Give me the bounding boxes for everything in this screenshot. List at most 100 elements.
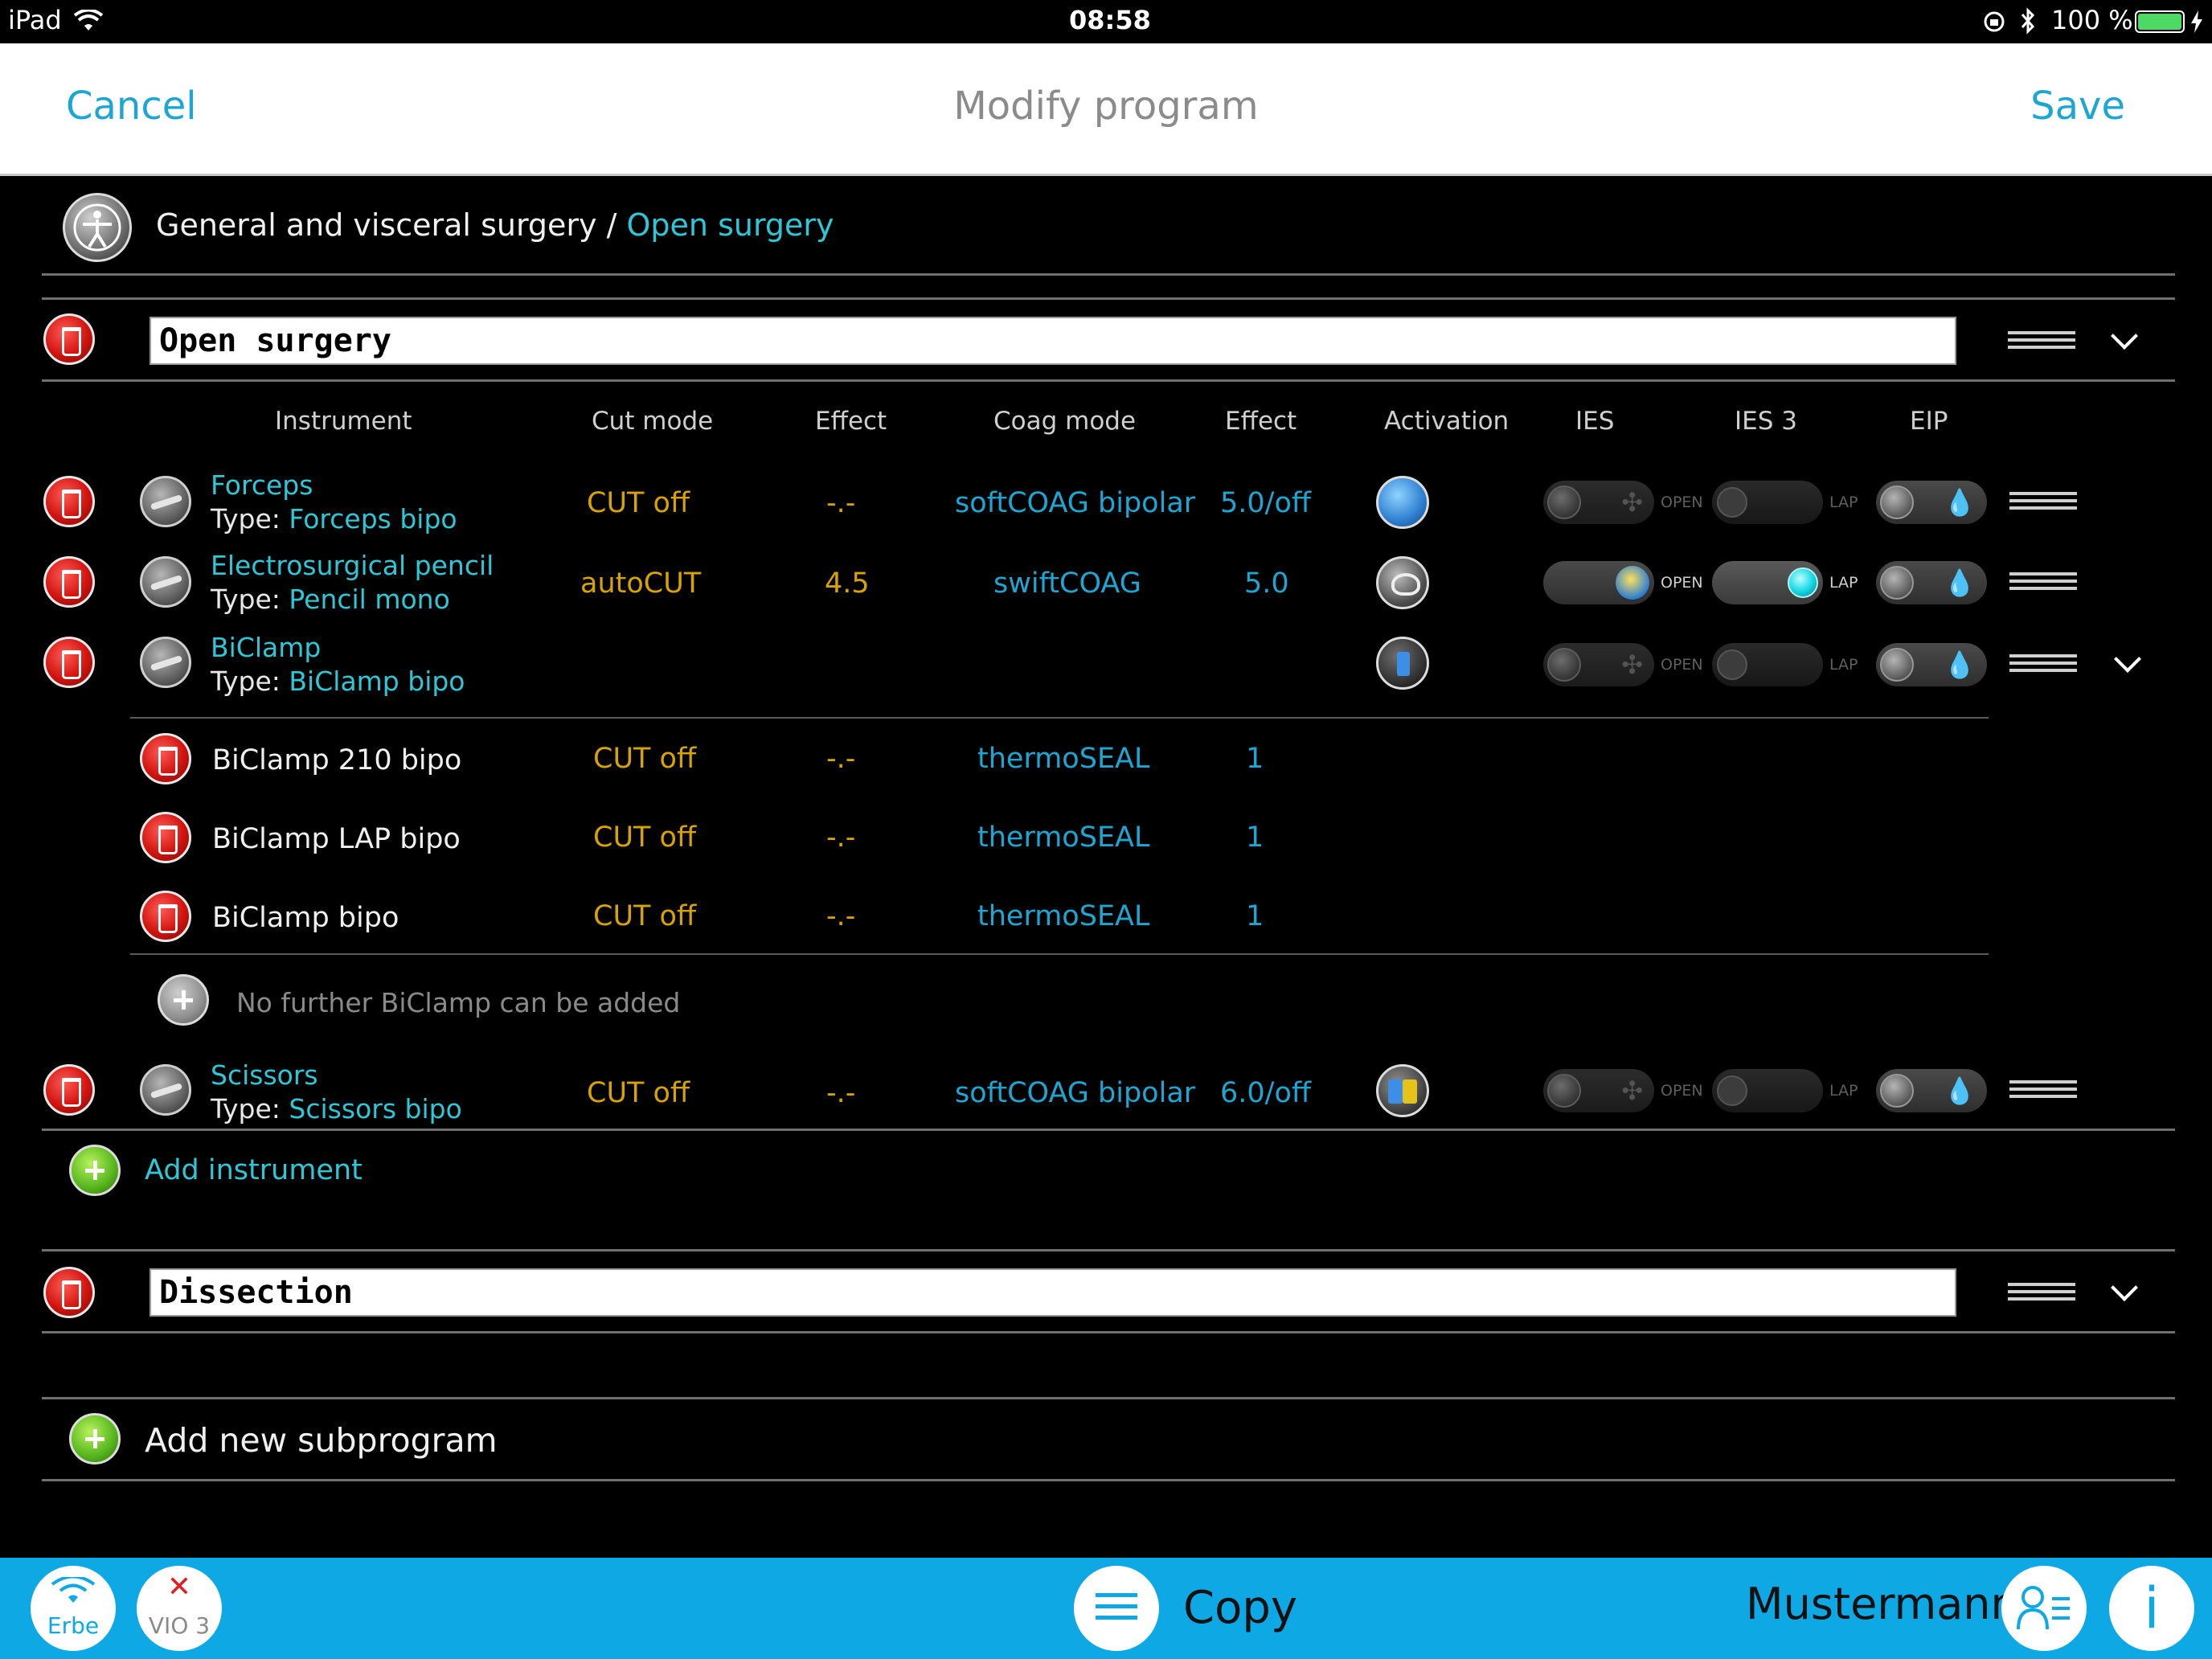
instrument-name[interactable]: Electrosurgical pencil [211,550,494,581]
column-header-ies3: IES 3 [1735,407,1797,436]
wifi-connection-button[interactable]: Erbe [31,1566,116,1651]
info-button[interactable]: i [2109,1566,2194,1651]
chevron-down-icon[interactable] [2111,1278,2135,1302]
coag-mode[interactable]: softCOAG bipolar [955,487,1195,519]
delete-instrument-button[interactable] [43,637,95,688]
drag-handle-icon[interactable] [2009,492,2077,513]
cut-mode[interactable]: CUT off [593,743,696,775]
eip-toggle[interactable]: 💧 [1876,1069,1987,1112]
cut-effect[interactable]: -.- [826,900,855,932]
breadcrumb-specialty[interactable]: General and visceral surgery [156,207,597,243]
add-variant-icon [158,974,209,1026]
coag-mode[interactable]: thermoSEAL [977,821,1150,854]
subprogram-name-field[interactable]: Open surgery [150,317,1956,365]
column-header-coag-effect: Effect [1225,407,1297,436]
divider [42,1479,2175,1481]
divider [42,1331,2175,1333]
add-instrument-icon[interactable] [69,1145,121,1196]
save-button[interactable]: Save [2030,84,2125,129]
coag-effect[interactable]: 1 [1246,821,1264,854]
device-label: iPad [8,5,62,35]
cut-effect[interactable]: 4.5 [825,567,870,600]
cut-mode[interactable]: CUT off [593,821,696,854]
lap-label: LAP [1829,656,1858,674]
cut-mode[interactable]: CUT off [587,1077,690,1109]
cut-effect[interactable]: -.- [826,487,855,519]
cut-mode[interactable]: CUT off [587,487,690,519]
drag-handle-icon[interactable] [2009,1080,2077,1101]
ies3-toggle[interactable] [1712,1069,1823,1112]
add-subprogram-icon[interactable] [69,1413,121,1464]
bottom-toolbar: Erbe ✕ VIO 3 Copy Mustermann i [0,1558,2212,1659]
user-name: Mustermann [1746,1579,2018,1629]
cancel-button[interactable]: Cancel [66,84,197,129]
breadcrumb-current: Open surgery [626,207,834,243]
biclamp-limit-note: No further BiClamp can be added [236,987,681,1018]
coag-mode[interactable]: thermoSEAL [977,743,1150,775]
drag-handle-icon[interactable] [2008,1283,2075,1304]
ies-toggle[interactable] [1543,561,1654,604]
delete-variant-button[interactable] [140,733,191,784]
info-icon: i [2144,1575,2160,1641]
device-button[interactable]: ✕ VIO 3 [137,1566,222,1651]
activation-footswitch-icon[interactable] [1376,1064,1429,1117]
delete-variant-button[interactable] [140,812,191,863]
ies3-toggle[interactable] [1712,561,1823,604]
instrument-type: Type: Scissors bipo [211,1093,462,1124]
activation-start-icon[interactable] [1376,476,1429,529]
delete-instrument-button[interactable] [43,1064,95,1116]
user-button[interactable] [2001,1566,2087,1651]
open-label: OPEN [1661,574,1703,592]
divider [42,379,2175,382]
drag-handle-icon[interactable] [2009,654,2077,675]
ies-toggle[interactable]: ✣ [1543,481,1654,524]
variant-name: BiClamp 210 bipo [212,744,462,776]
menu-button[interactable] [1074,1566,1159,1651]
cut-effect[interactable]: -.- [826,743,855,775]
coag-effect[interactable]: 1 [1246,900,1264,932]
instrument-type: Type: BiClamp bipo [211,666,465,697]
delete-subprogram-button[interactable] [43,1267,95,1318]
coag-mode[interactable]: softCOAG bipolar [955,1077,1195,1109]
battery-icon [2135,10,2185,33]
chevron-down-icon[interactable] [2111,326,2135,350]
drag-handle-icon[interactable] [2008,331,2075,352]
delete-instrument-button[interactable] [43,476,95,527]
column-header-ies: IES [1575,407,1615,436]
eip-toggle[interactable]: 💧 [1876,561,1987,604]
cut-effect[interactable]: -.- [826,1077,855,1109]
coag-effect[interactable]: 6.0/off [1220,1077,1311,1109]
ies3-toggle[interactable] [1712,481,1823,524]
activation-footswitch-icon[interactable] [1376,637,1429,690]
ies-toggle[interactable]: ✣ [1543,643,1654,686]
instrument-name[interactable]: Forceps [211,469,313,501]
ies3-toggle[interactable] [1712,643,1823,686]
cut-effect[interactable]: -.- [826,821,855,854]
column-header-cut-effect: Effect [815,407,887,436]
variant-name: BiClamp bipo [212,902,399,934]
cut-mode[interactable]: autoCUT [580,567,701,600]
cut-mode[interactable]: CUT off [593,900,696,932]
coag-effect[interactable]: 1 [1246,743,1264,775]
drag-handle-icon[interactable] [2009,572,2077,593]
subprogram-name-field[interactable]: Dissection [150,1268,1956,1317]
add-instrument-button[interactable]: Add instrument [145,1154,363,1186]
activation-pencil-icon[interactable] [1376,556,1429,609]
delete-subprogram-button[interactable] [43,313,95,365]
instrument-name[interactable]: BiClamp [211,632,321,663]
instrument-name[interactable]: Scissors [211,1059,318,1091]
coag-effect[interactable]: 5.0 [1244,567,1289,600]
eip-toggle[interactable]: 💧 [1876,643,1987,686]
coag-effect[interactable]: 5.0/off [1220,487,1311,519]
eip-toggle[interactable]: 💧 [1876,481,1987,524]
coag-mode[interactable]: thermoSEAL [977,900,1150,932]
chevron-down-icon[interactable] [2114,649,2138,674]
copy-button[interactable]: Copy [1183,1582,1297,1634]
device-label: VIO 3 [148,1612,211,1639]
coag-mode[interactable]: swiftCOAG [993,567,1141,600]
delete-variant-button[interactable] [140,891,191,942]
column-header-cut-mode: Cut mode [592,407,714,436]
add-subprogram-button[interactable]: Add new subprogram [145,1421,498,1460]
ies-toggle[interactable]: ✣ [1543,1069,1654,1112]
delete-instrument-button[interactable] [43,556,95,608]
